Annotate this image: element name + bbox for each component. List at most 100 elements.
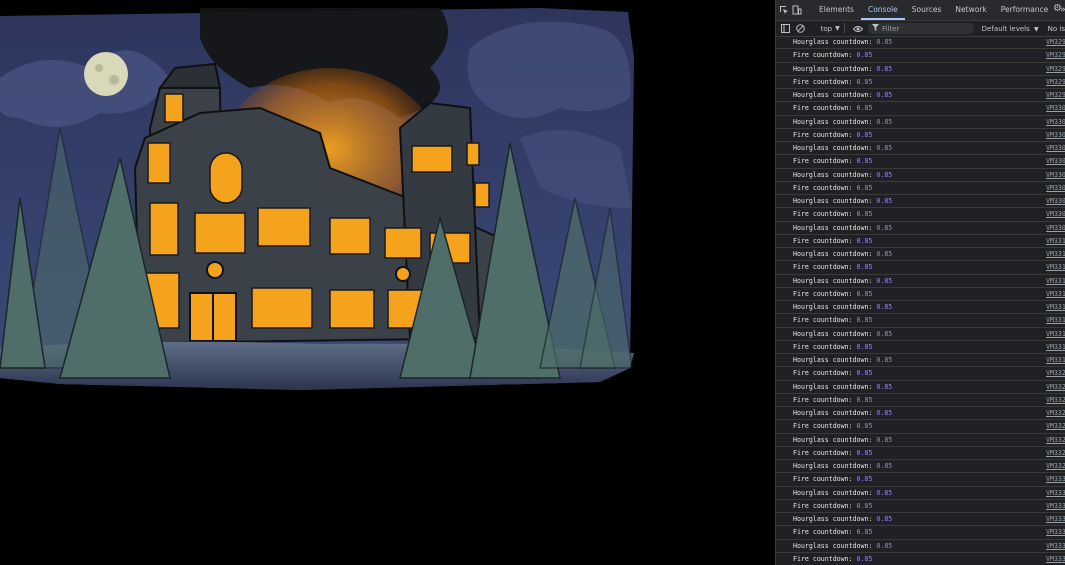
console-log-row[interactable]: Fire countdown: 0.85 VM331 [776, 261, 1065, 275]
console-log-row[interactable]: Fire countdown: 0.85 VM333 [776, 473, 1065, 487]
log-source-link[interactable]: VM330 [1046, 171, 1065, 179]
log-source-link[interactable]: VM332 [1046, 436, 1065, 444]
console-log-row[interactable]: Hourglass countdown: 0.85 VM332 [776, 460, 1065, 474]
console-log-row[interactable]: Hourglass countdown: 0.85 VM330 [776, 116, 1065, 129]
log-source-link[interactable]: VM331 [1046, 343, 1065, 351]
console-log-row[interactable]: Hourglass countdown: 0.85 VM330 [776, 222, 1065, 235]
console-log-row[interactable]: Hourglass countdown: 0.85 VM330 [776, 169, 1065, 182]
console-log-row[interactable]: Hourglass countdown: 0.85 VM329 [776, 36, 1065, 50]
inspect-element-icon[interactable] [779, 3, 789, 17]
console-log-row[interactable]: Fire countdown: 0.85 VM333 [776, 526, 1065, 540]
issues-counter[interactable]: No is [1048, 25, 1065, 33]
console-log-row[interactable]: Fire countdown: 0.85 VM331 [776, 314, 1065, 328]
console-log-row[interactable]: Fire countdown: 0.85 VM329 [776, 49, 1065, 63]
game-viewport[interactable] [0, 0, 775, 565]
console-sidebar-icon[interactable] [780, 23, 791, 35]
log-source-link[interactable]: VM332 [1046, 409, 1065, 417]
console-log-row[interactable]: Fire countdown: 0.85 VM331 [776, 288, 1065, 301]
tab-network[interactable]: Network [948, 0, 993, 20]
log-source-link[interactable]: VM331 [1046, 356, 1065, 364]
console-log-row[interactable]: Fire countdown: 0.85 VM332 [776, 447, 1065, 460]
haunted-school-scene[interactable] [0, 8, 634, 390]
log-source-link[interactable]: VM331 [1046, 237, 1065, 245]
console-log-row[interactable]: Hourglass countdown: 0.85 VM329 [776, 63, 1065, 76]
live-expression-icon[interactable] [853, 23, 864, 35]
log-source-link[interactable]: VM330 [1046, 104, 1065, 112]
log-source-link[interactable]: VM331 [1046, 303, 1065, 311]
console-log-row[interactable]: Hourglass countdown: 0.85 VM332 [776, 407, 1065, 421]
log-source-link[interactable]: VM331 [1046, 250, 1065, 258]
log-source-link[interactable]: VM331 [1046, 277, 1065, 285]
console-log-row[interactable]: Fire countdown: 0.85 VM331 [776, 235, 1065, 248]
console-log-row[interactable]: Hourglass countdown: 0.85 VM331 [776, 328, 1065, 341]
console-log-row[interactable]: Hourglass countdown: 0.85 VM333 [776, 513, 1065, 527]
log-source-link[interactable]: VM330 [1046, 144, 1065, 152]
clear-console-icon[interactable] [795, 23, 806, 35]
log-source-link[interactable]: VM330 [1046, 197, 1065, 205]
console-log-row[interactable]: Hourglass countdown: 0.85 VM332 [776, 434, 1065, 447]
log-source-link[interactable]: VM333 [1046, 502, 1065, 510]
console-log-row[interactable]: Fire countdown: 0.85 VM330 [776, 129, 1065, 142]
log-source-link[interactable]: VM329 [1046, 78, 1065, 86]
console-log-row[interactable]: Fire countdown: 0.85 VM330 [776, 102, 1065, 116]
log-source-link[interactable]: VM332 [1046, 369, 1065, 377]
log-source-link[interactable]: VM333 [1046, 542, 1065, 550]
log-source-link[interactable]: VM330 [1046, 131, 1065, 139]
log-source-link[interactable]: VM332 [1046, 383, 1065, 391]
log-source-link[interactable]: VM331 [1046, 263, 1065, 271]
devtools-panel[interactable]: Elements Console Sources Network Perform… [775, 0, 1065, 565]
tab-sources[interactable]: Sources [905, 0, 949, 20]
console-log-row[interactable]: Fire countdown: 0.85 VM333 [776, 553, 1065, 565]
log-source-link[interactable]: VM330 [1046, 184, 1065, 192]
console-log-row[interactable]: Hourglass countdown: 0.85 VM333 [776, 540, 1065, 553]
console-log-row[interactable]: Fire countdown: 0.85 VM332 [776, 394, 1065, 407]
log-source-link[interactable]: VM331 [1046, 316, 1065, 324]
log-source-link[interactable]: VM332 [1046, 462, 1065, 470]
console-log-row[interactable]: Fire countdown: 0.85 VM330 [776, 208, 1065, 222]
console-log-row[interactable]: Hourglass countdown: 0.85 VM331 [776, 354, 1065, 368]
console-log-row[interactable]: Fire countdown: 0.85 VM331 [776, 341, 1065, 354]
log-source-link[interactable]: VM329 [1046, 91, 1065, 99]
log-source-link[interactable]: VM330 [1046, 157, 1065, 165]
log-source-link[interactable]: VM329 [1046, 51, 1065, 59]
console-log-row[interactable]: Hourglass countdown: 0.85 VM332 [776, 381, 1065, 394]
log-source-link[interactable]: VM333 [1046, 555, 1065, 563]
console-log-row[interactable]: Hourglass countdown: 0.85 VM331 [776, 301, 1065, 315]
log-source-link[interactable]: VM333 [1046, 475, 1065, 483]
log-source-link[interactable]: VM331 [1046, 290, 1065, 298]
console-log-row[interactable]: Hourglass countdown: 0.85 VM329 [776, 89, 1065, 103]
log-source-link[interactable]: VM333 [1046, 528, 1065, 536]
console-log-row[interactable]: Fire countdown: 0.85 VM330 [776, 155, 1065, 169]
tab-console[interactable]: Console [861, 0, 905, 20]
console-log-row[interactable]: Hourglass countdown: 0.85 VM333 [776, 487, 1065, 500]
tab-performance[interactable]: Performance [994, 0, 1056, 20]
console-log-row[interactable]: Fire countdown: 0.85 VM330 [776, 182, 1065, 195]
log-levels-dropdown[interactable]: Default levels ▼ [982, 25, 1039, 33]
log-source-link[interactable]: VM332 [1046, 449, 1065, 457]
log-source-link[interactable]: VM330 [1046, 224, 1065, 232]
settings-gear-icon[interactable]: ⚙ [1053, 3, 1065, 17]
log-source-link[interactable]: VM330 [1046, 210, 1065, 218]
log-source-link[interactable]: VM329 [1046, 38, 1065, 46]
console-log-row[interactable]: Fire countdown: 0.85 VM332 [776, 420, 1065, 434]
log-source-link[interactable]: VM330 [1046, 118, 1065, 126]
console-log-row[interactable]: Fire countdown: 0.85 VM333 [776, 500, 1065, 513]
device-toolbar-icon[interactable] [792, 3, 802, 17]
log-source-link[interactable]: VM332 [1046, 396, 1065, 404]
console-log-row[interactable]: Fire countdown: 0.85 VM329 [776, 76, 1065, 89]
log-source-link[interactable]: VM333 [1046, 489, 1065, 497]
console-log-row[interactable]: Hourglass countdown: 0.85 VM331 [776, 275, 1065, 288]
console-log-row[interactable]: Hourglass countdown: 0.85 VM330 [776, 195, 1065, 209]
console-log-list[interactable]: Hourglass countdown: 0.85 VM329 Fire count… [776, 36, 1065, 565]
log-source-link[interactable]: VM331 [1046, 330, 1065, 338]
log-label: Fire countdown: [793, 448, 853, 457]
log-source-link[interactable]: VM329 [1046, 65, 1065, 73]
console-log-row[interactable]: Hourglass countdown: 0.85 VM331 [776, 248, 1065, 262]
filter-input[interactable]: Filter [867, 23, 974, 34]
console-log-row[interactable]: Hourglass countdown: 0.85 VM330 [776, 142, 1065, 156]
context-selector[interactable]: top ▼ [821, 25, 840, 33]
tab-elements[interactable]: Elements [812, 0, 861, 20]
console-log-row[interactable]: Fire countdown: 0.85 VM332 [776, 367, 1065, 381]
log-source-link[interactable]: VM333 [1046, 515, 1065, 523]
log-source-link[interactable]: VM332 [1046, 422, 1065, 430]
